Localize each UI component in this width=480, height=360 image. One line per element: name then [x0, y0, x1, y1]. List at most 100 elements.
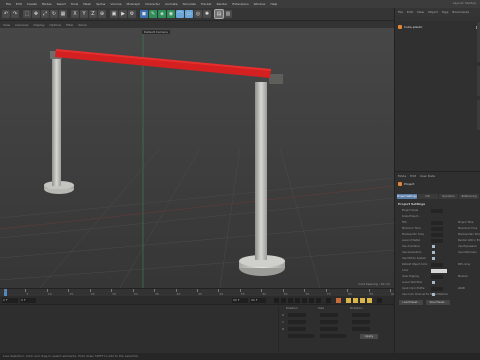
object-list-item[interactable]: Cube.plastic: [395, 24, 480, 30]
previous-key-icon[interactable]: [281, 298, 286, 303]
menu-window[interactable]: Window: [254, 2, 266, 6]
om-menu-edit[interactable]: Edit: [407, 10, 413, 14]
attribute-value-field[interactable]: [431, 227, 443, 231]
am-menu-user-data[interactable]: User Data: [420, 174, 435, 180]
om-menu-object[interactable]: Object: [428, 10, 438, 14]
perspective-viewport[interactable]: Default Camera Grid Spacing : 10 cm: [0, 28, 394, 288]
texture-mode-icon[interactable]: ▥: [224, 10, 232, 18]
undo-icon[interactable]: ↶: [2, 10, 10, 18]
position-y-field[interactable]: [288, 320, 306, 324]
menu-file[interactable]: File: [6, 2, 11, 6]
attribute-value-field[interactable]: [431, 287, 443, 291]
viewport-menu-display[interactable]: Display: [33, 23, 44, 27]
viewport-menu-view[interactable]: View: [3, 23, 10, 27]
position-x-field[interactable]: [288, 313, 306, 317]
om-menu-view[interactable]: View: [417, 10, 424, 14]
attribute-value-field[interactable]: [431, 209, 443, 213]
play-icon[interactable]: [295, 298, 300, 303]
cube-icon[interactable]: ◼: [140, 10, 148, 18]
om-menu-file[interactable]: File: [398, 10, 403, 14]
floor-icon[interactable]: ▭: [185, 10, 193, 18]
menu-animate[interactable]: Animate: [165, 2, 178, 6]
size-x-field[interactable]: [320, 313, 338, 317]
menu-simulate[interactable]: Simulate: [183, 2, 196, 6]
attribute-value-field[interactable]: [431, 275, 443, 279]
z-axis-icon[interactable]: Z: [89, 10, 97, 18]
menu-extensions[interactable]: Extensions: [232, 2, 248, 6]
save-preset-button[interactable]: Save Preset...: [426, 300, 450, 305]
menu-spline[interactable]: Spline: [96, 2, 105, 6]
attribute-value-field[interactable]: [432, 293, 435, 296]
subdivision-icon[interactable]: ◈: [158, 10, 166, 18]
size-y-field[interactable]: [320, 320, 338, 324]
attribute-value-field[interactable]: [431, 221, 443, 225]
am-menu-mode[interactable]: Mode: [398, 174, 406, 180]
viewport-menu-options[interactable]: Options: [50, 23, 62, 27]
redo-icon[interactable]: ↷: [11, 10, 19, 18]
menu-volume[interactable]: Volume: [110, 2, 121, 6]
menu-character[interactable]: Character: [145, 2, 160, 6]
recent-tools-icon[interactable]: ▦: [59, 10, 67, 18]
pen-icon[interactable]: ✎: [149, 10, 157, 18]
position-key-icon[interactable]: [353, 298, 358, 303]
rotation-b-field[interactable]: [352, 327, 370, 331]
menu-create[interactable]: Create: [27, 2, 37, 6]
render-settings-icon[interactable]: ⚙: [128, 10, 136, 18]
x-axis-icon[interactable]: X: [71, 10, 79, 18]
attribute-value-field[interactable]: [431, 239, 443, 243]
om-menu-tags[interactable]: Tags: [442, 10, 449, 14]
end-frame-field[interactable]: 90 F: [250, 298, 266, 303]
menu-select[interactable]: Select: [57, 2, 66, 6]
coord-mode-dropdown[interactable]: [288, 334, 314, 338]
menu-edit[interactable]: Edit: [16, 2, 22, 6]
tab-referencing[interactable]: Referencing: [459, 194, 479, 199]
rotation-key-icon[interactable]: [367, 298, 372, 303]
attribute-value-field[interactable]: [431, 263, 443, 267]
timeline-settings-icon[interactable]: [377, 298, 382, 303]
tab-info[interactable]: Info: [417, 194, 438, 199]
scale-icon[interactable]: ⤢: [41, 10, 49, 18]
autokey-icon[interactable]: [336, 298, 341, 303]
camera-label[interactable]: Default Camera: [142, 30, 170, 34]
next-frame-icon[interactable]: [302, 298, 307, 303]
menu-mograph[interactable]: MoGraph: [127, 2, 141, 6]
go-to-start-icon[interactable]: [274, 298, 279, 303]
attribute-value-field[interactable]: [431, 269, 447, 273]
render-view-icon[interactable]: ▣: [110, 10, 118, 18]
light-icon[interactable]: ✺: [203, 10, 211, 18]
previous-frame-icon[interactable]: [288, 298, 293, 303]
menu-modes[interactable]: Modes: [42, 2, 52, 6]
move-icon[interactable]: ✥: [32, 10, 40, 18]
current-frame-field[interactable]: 0 F: [20, 298, 36, 303]
start-frame-field[interactable]: 0 F: [2, 298, 18, 303]
timeline-ruler[interactable]: 0 5 10 15 20 25 30 35 40 45 50 55 60 65 70 75 80 85 90: [0, 289, 395, 296]
attribute-value-field[interactable]: [432, 245, 435, 248]
size-z-field[interactable]: [320, 327, 338, 331]
array-icon[interactable]: ◉: [167, 10, 175, 18]
menu-tools[interactable]: Tools: [71, 2, 78, 6]
rotate-icon[interactable]: ↻: [50, 10, 58, 18]
y-axis-icon[interactable]: Y: [80, 10, 88, 18]
am-menu-edit[interactable]: Edit: [410, 174, 416, 180]
menu-tracker[interactable]: Tracker: [201, 2, 212, 6]
menu-help[interactable]: Help: [270, 2, 277, 6]
viewport-menu-filter[interactable]: Filter: [66, 23, 73, 27]
model-mode-icon[interactable]: ▤: [214, 9, 224, 19]
render-to-picture-viewer-icon[interactable]: ▶: [119, 10, 127, 18]
size-mode-dropdown[interactable]: [320, 334, 346, 338]
rotation-p-field[interactable]: [352, 320, 370, 324]
keyframe-selection-icon[interactable]: [346, 298, 351, 303]
scale-key-icon[interactable]: [360, 298, 365, 303]
live-select-icon[interactable]: ⬚: [23, 10, 31, 18]
attribute-value-field[interactable]: [432, 257, 435, 260]
attribute-value-field[interactable]: [432, 281, 435, 284]
go-to-end-icon[interactable]: [316, 298, 321, 303]
range-end-field[interactable]: 90 F: [232, 298, 248, 303]
attribute-value-field[interactable]: [431, 233, 443, 237]
load-preset-button[interactable]: Load Preset...: [399, 300, 423, 305]
position-z-field[interactable]: [288, 327, 306, 331]
menu-mesh[interactable]: Mesh: [83, 2, 91, 6]
coordinate-system-icon[interactable]: ⊕: [98, 10, 106, 18]
bend-deformer-icon[interactable]: ⌒: [176, 10, 184, 18]
viewport-menu-cameras[interactable]: Cameras: [15, 23, 28, 27]
